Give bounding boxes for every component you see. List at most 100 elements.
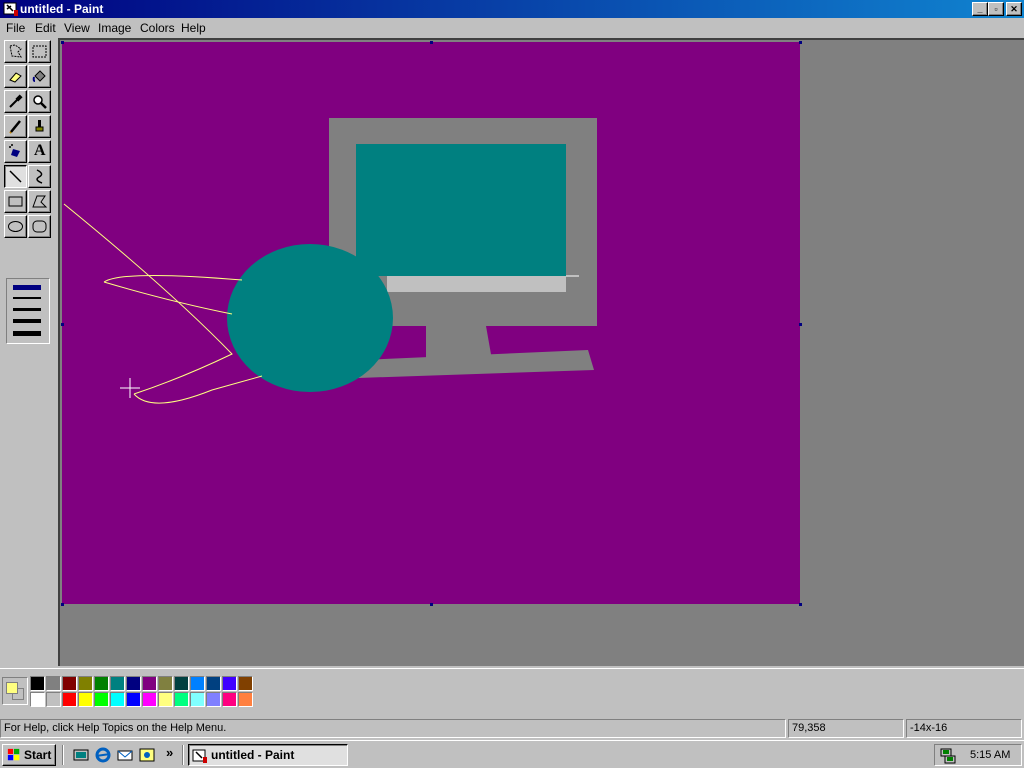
menu-file[interactable]: File bbox=[6, 21, 25, 35]
internet-explorer-icon[interactable] bbox=[94, 746, 112, 764]
show-desktop-icon[interactable] bbox=[72, 746, 90, 764]
color-swatch[interactable] bbox=[158, 676, 173, 691]
restore-button[interactable]: ▫ bbox=[988, 2, 1004, 16]
color-swatch[interactable] bbox=[222, 692, 237, 707]
ellipse-icon bbox=[8, 221, 23, 232]
window-title: untitled - Paint bbox=[20, 2, 104, 16]
curve-tool[interactable] bbox=[28, 165, 51, 188]
color-swatch[interactable] bbox=[206, 676, 221, 691]
color-swatch[interactable] bbox=[126, 692, 141, 707]
eraser-tool[interactable] bbox=[4, 65, 27, 88]
line-icon bbox=[9, 170, 22, 183]
color-swatch[interactable] bbox=[142, 676, 157, 691]
workspace: A bbox=[0, 38, 1024, 668]
restore-icon: ▫ bbox=[994, 4, 998, 14]
curve-icon bbox=[36, 169, 43, 184]
color-swatch[interactable] bbox=[142, 692, 157, 707]
resize-handle-br[interactable] bbox=[799, 603, 802, 606]
brush-tool[interactable] bbox=[28, 115, 51, 138]
toolbox: A bbox=[3, 40, 53, 306]
quicklaunch-chevron-icon[interactable]: » bbox=[166, 745, 173, 760]
menu-bar: File Edit View Image Colors Help bbox=[0, 18, 1024, 38]
polygon-tool[interactable] bbox=[28, 190, 51, 213]
menu-colors[interactable]: Colors bbox=[140, 21, 175, 35]
rectangle-icon bbox=[8, 196, 23, 207]
drawing-canvas[interactable] bbox=[62, 42, 800, 604]
start-button[interactable]: Start bbox=[2, 744, 56, 766]
pencil-icon bbox=[9, 120, 21, 134]
color-swatch[interactable] bbox=[238, 692, 253, 707]
resize-handle-tl bbox=[61, 41, 64, 44]
line-width-5[interactable] bbox=[13, 331, 41, 336]
color-swatch[interactable] bbox=[238, 676, 253, 691]
line-width-1[interactable] bbox=[13, 285, 41, 290]
fill-tool[interactable] bbox=[28, 65, 51, 88]
color-swatch[interactable] bbox=[78, 692, 93, 707]
close-button[interactable]: ✕ bbox=[1006, 2, 1022, 16]
airbrush-icon bbox=[9, 144, 20, 157]
pick-color-tool[interactable] bbox=[4, 90, 27, 113]
free-form-select-tool[interactable] bbox=[4, 40, 27, 63]
minimize-button[interactable]: _ bbox=[972, 2, 988, 16]
menu-image[interactable]: Image bbox=[98, 21, 131, 35]
taskbar-separator-2 bbox=[182, 745, 184, 765]
status-selection-size: -14x-16 bbox=[906, 719, 1022, 738]
line-width-4[interactable] bbox=[13, 319, 41, 323]
color-swatch[interactable] bbox=[62, 676, 77, 691]
windows-logo-icon bbox=[7, 748, 20, 761]
color-swatch[interactable] bbox=[222, 676, 237, 691]
magnifier-tool[interactable] bbox=[28, 90, 51, 113]
color-swatch[interactable] bbox=[62, 692, 77, 707]
color-swatch[interactable] bbox=[158, 692, 173, 707]
foreground-color bbox=[6, 682, 18, 694]
color-swatch[interactable] bbox=[78, 676, 93, 691]
color-swatch[interactable] bbox=[30, 692, 45, 707]
select-tool[interactable] bbox=[28, 40, 51, 63]
color-swatch[interactable] bbox=[190, 692, 205, 707]
network-tray-icon[interactable] bbox=[939, 747, 957, 765]
resize-handle-tr bbox=[799, 41, 802, 44]
yellow-curve-2 bbox=[103, 274, 243, 315]
color-swatch[interactable] bbox=[46, 676, 61, 691]
clock[interactable]: 5:15 AM bbox=[970, 749, 1010, 761]
menu-view[interactable]: View bbox=[64, 21, 90, 35]
color-swatch[interactable] bbox=[206, 692, 221, 707]
resize-handle-b[interactable] bbox=[430, 603, 433, 606]
text-icon: A bbox=[34, 142, 46, 159]
text-tool[interactable]: A bbox=[28, 140, 51, 163]
color-swatch[interactable] bbox=[46, 692, 61, 707]
eraser-icon bbox=[9, 72, 22, 83]
resize-handle-r[interactable] bbox=[799, 323, 802, 326]
color-swatch[interactable] bbox=[110, 676, 125, 691]
airbrush-tool[interactable] bbox=[4, 140, 27, 163]
channels-icon[interactable] bbox=[138, 746, 156, 764]
color-swatch[interactable] bbox=[30, 676, 45, 691]
ellipse-tool[interactable] bbox=[4, 215, 27, 238]
outlook-express-icon[interactable] bbox=[116, 746, 134, 764]
resize-handle-t bbox=[430, 41, 433, 44]
color-swatch[interactable] bbox=[126, 676, 141, 691]
magnifier-icon bbox=[33, 95, 47, 109]
line-width-3[interactable] bbox=[13, 308, 41, 311]
color-swatch[interactable] bbox=[190, 676, 205, 691]
pencil-tool[interactable] bbox=[4, 115, 27, 138]
color-swatch[interactable] bbox=[174, 676, 189, 691]
line-width-2[interactable] bbox=[13, 297, 41, 299]
color-swatch[interactable] bbox=[94, 676, 109, 691]
color-swatch[interactable] bbox=[110, 692, 125, 707]
status-coordinates: 79,358 bbox=[788, 719, 904, 738]
title-bar[interactable]: untitled - Paint _ ▫ ✕ bbox=[0, 0, 1024, 18]
color-swatch[interactable] bbox=[94, 692, 109, 707]
monitor-ledge bbox=[387, 276, 566, 292]
system-tray: 5:15 AM bbox=[934, 744, 1022, 766]
line-tool[interactable] bbox=[4, 165, 27, 188]
yellow-curve-3 bbox=[133, 375, 263, 404]
taskbar-paint-button[interactable]: untitled - Paint bbox=[188, 744, 348, 766]
menu-help[interactable]: Help bbox=[181, 21, 206, 35]
color-swatch[interactable] bbox=[174, 692, 189, 707]
menu-edit[interactable]: Edit bbox=[35, 21, 56, 35]
status-bar: For Help, click Help Topics on the Help … bbox=[0, 716, 1024, 740]
rounded-rectangle-tool[interactable] bbox=[28, 215, 51, 238]
rectangle-tool[interactable] bbox=[4, 190, 27, 213]
free-select-icon bbox=[9, 44, 22, 58]
